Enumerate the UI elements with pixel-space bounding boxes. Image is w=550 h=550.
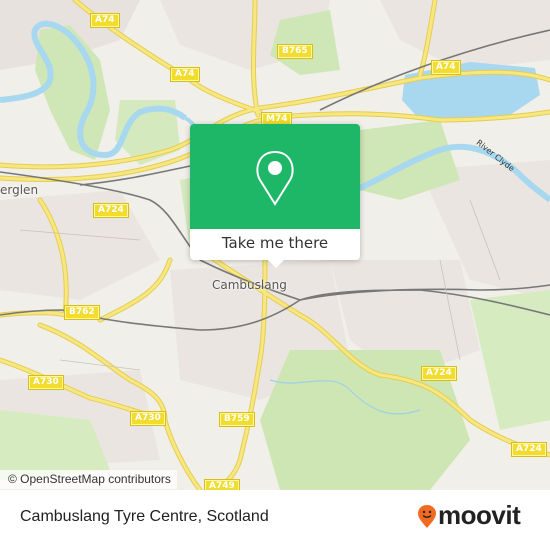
place-label-rutherglen: erglen bbox=[0, 183, 39, 197]
road-shield: A724 bbox=[511, 442, 547, 457]
road-shield: B759 bbox=[219, 412, 255, 427]
popup-tail bbox=[268, 260, 284, 268]
place-label-cambuslang: Cambuslang bbox=[212, 278, 287, 292]
take-me-there-button[interactable]: Take me there bbox=[190, 229, 360, 260]
moovit-logo[interactable]: moovit bbox=[438, 500, 521, 531]
road-shield: B765 bbox=[277, 44, 313, 59]
location-popup: Take me there bbox=[190, 124, 360, 268]
road-shield: A730 bbox=[28, 375, 64, 390]
location-title: Cambuslang Tyre Centre, Scotland bbox=[20, 508, 269, 525]
road-shield: A74 bbox=[431, 60, 461, 75]
map-attribution[interactable]: © OpenStreetMap contributors bbox=[0, 470, 177, 489]
road-shield: A724 bbox=[421, 366, 457, 381]
road-shield: A74 bbox=[90, 13, 120, 28]
road-shield: A749 bbox=[204, 479, 240, 490]
road-shield: A730 bbox=[130, 411, 166, 426]
location-pin-icon bbox=[256, 150, 294, 206]
moovit-pin-smile-icon bbox=[418, 505, 436, 528]
road-shield: B762 bbox=[64, 305, 100, 320]
road-shield: A724 bbox=[93, 203, 129, 218]
popup-header bbox=[190, 124, 360, 229]
road-shield: A74 bbox=[170, 67, 200, 82]
